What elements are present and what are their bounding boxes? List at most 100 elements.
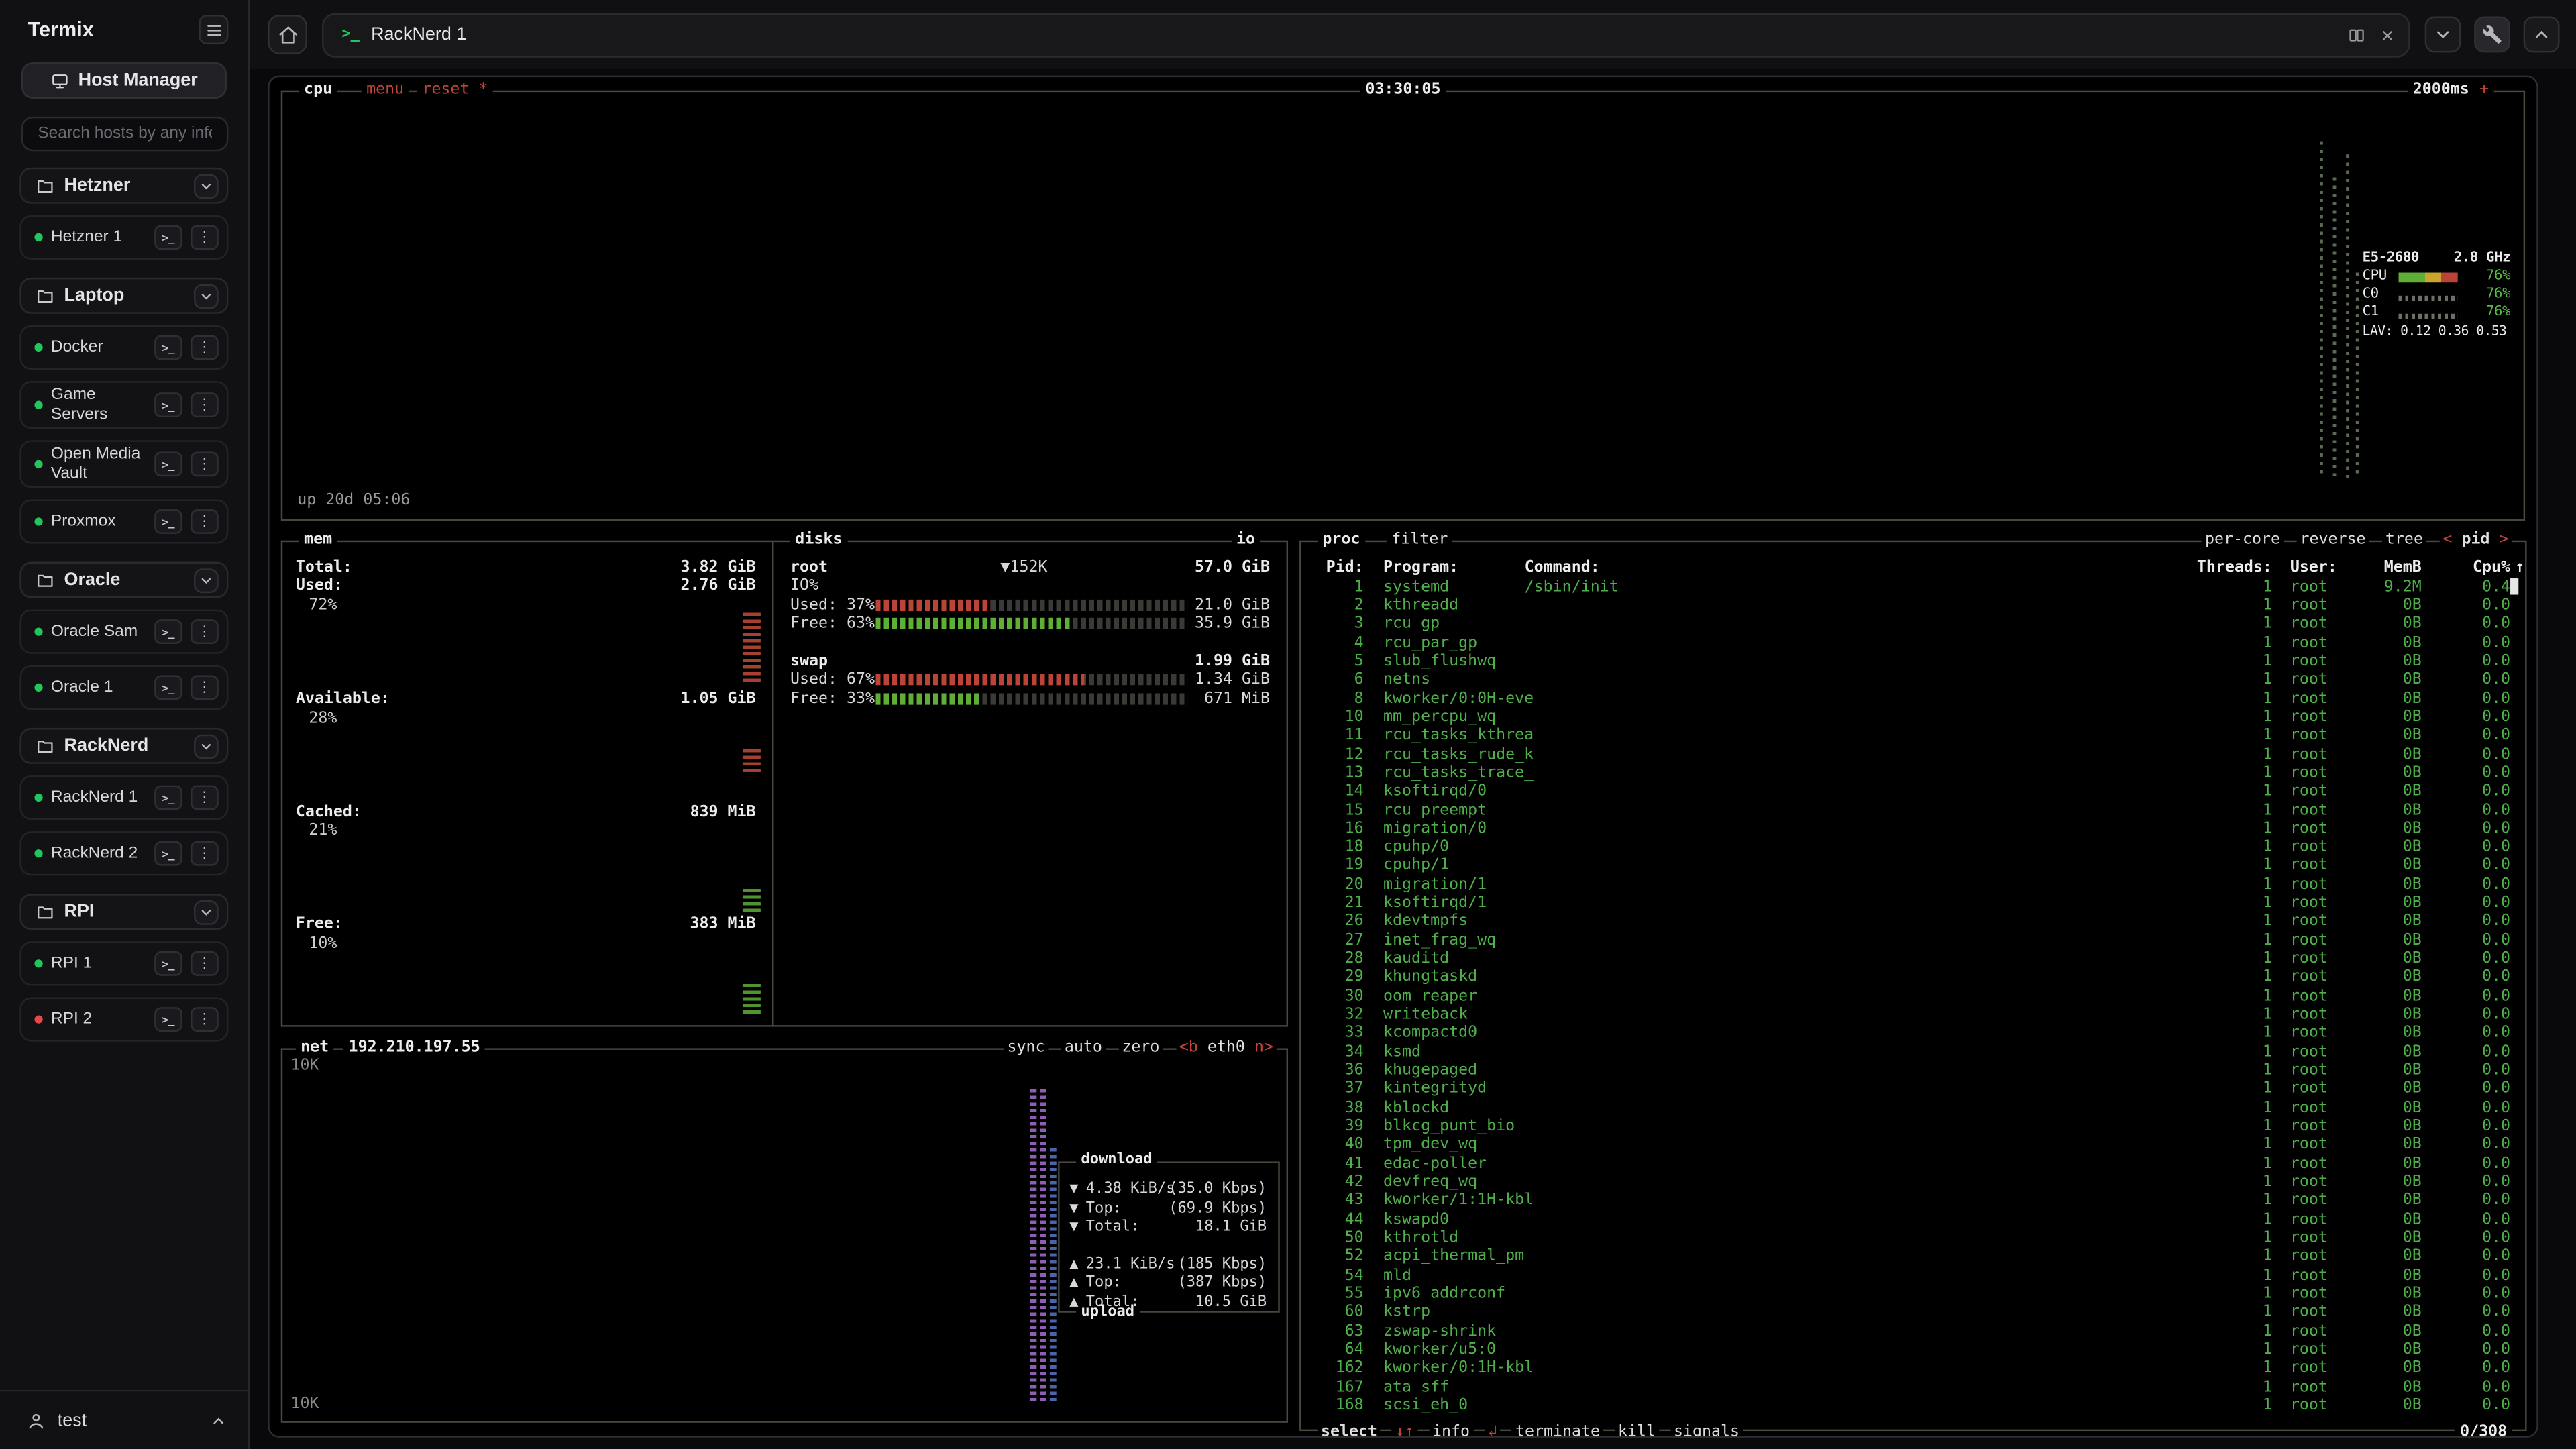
host-terminal-button[interactable]: >_ (154, 451, 182, 476)
process-row[interactable]: 39blkcg_punt_bio1root0B0.0 (1311, 1118, 2515, 1136)
net-toggle-zero[interactable]: zero (1118, 1038, 1163, 1057)
process-row[interactable]: 55ipv6_addrconf1root0B0.0 (1311, 1285, 2515, 1303)
process-row[interactable]: 11rcu_tasks_kthrea1root0B0.0 (1311, 727, 2515, 745)
chevron-down-icon[interactable] (194, 283, 219, 308)
network-panel[interactable]: net 192.210.197.55 syncautozero<b eth0 n… (281, 1048, 1288, 1422)
close-icon[interactable]: × (2381, 24, 2394, 46)
proc-tab-per-core[interactable]: per-core (2202, 531, 2284, 549)
panel-expand-button[interactable] (2524, 16, 2560, 52)
net-toggle-auto[interactable]: auto (1061, 1038, 1106, 1057)
process-row[interactable]: 162kworker/0:1H-kbl1root0B0.0 (1311, 1359, 2515, 1377)
terminal[interactable]: cpu menu reset * 03:30:05 2000ms + E5-26… (268, 76, 2538, 1438)
host-kebab-button[interactable]: ⋮ (191, 786, 219, 810)
process-row[interactable]: 5slub_flushwq1root0B0.0 (1311, 652, 2515, 670)
process-row[interactable]: 1systemd/sbin/init1root9.2M0.4 (1311, 578, 2515, 596)
process-row[interactable]: 10mm_percpu_wq1root0B0.0 (1311, 708, 2515, 726)
process-row[interactable]: 36khugepaged1root0B0.0 (1311, 1061, 2515, 1079)
home-button[interactable] (268, 15, 307, 54)
process-row[interactable]: 16migration/01root0B0.0 (1311, 820, 2515, 838)
host-kebab-button[interactable]: ⋮ (191, 1007, 219, 1032)
process-row[interactable]: 6netns1root0B0.0 (1311, 671, 2515, 689)
tab-racknerd-1[interactable]: >_ RackNerd 1 × (322, 12, 2410, 56)
process-row[interactable]: 54mld1root0B0.0 (1311, 1266, 2515, 1284)
process-row[interactable]: 38kblockd1root0B0.0 (1311, 1099, 2515, 1117)
host-item-oracle-sam[interactable]: Oracle Sam>_⋮ (19, 610, 228, 654)
process-row[interactable]: 167ata_sff1root0B0.0 (1311, 1378, 2515, 1396)
disks-panel[interactable]: disks io root ▼152K 57.0 GiB IO% Used: 3… (772, 541, 1288, 1027)
host-kebab-button[interactable]: ⋮ (191, 841, 219, 866)
process-row[interactable]: 27inet_frag_wq1root0B0.0 (1311, 931, 2515, 949)
host-item-racknerd-1[interactable]: RackNerd 1>_⋮ (19, 775, 228, 820)
host-kebab-button[interactable]: ⋮ (191, 509, 219, 534)
host-terminal-button[interactable]: >_ (154, 1007, 182, 1032)
process-row[interactable]: 60kstrp1root0B0.0 (1311, 1303, 2515, 1322)
chevron-down-icon[interactable] (194, 900, 219, 924)
process-row[interactable]: 168scsi_eh_01root0B0.0 (1311, 1397, 2515, 1415)
process-header[interactable]: Pid: Program: Command: Threads: User: Me… (1311, 559, 2515, 577)
process-row[interactable]: 15rcu_preempt1root0B0.0 (1311, 801, 2515, 819)
host-kebab-button[interactable]: ⋮ (191, 676, 219, 700)
proc-filter-label[interactable]: filter (1387, 531, 1453, 549)
process-row[interactable]: 43kworker/1:1H-kbl1root0B0.0 (1311, 1191, 2515, 1210)
chevron-down-icon[interactable] (194, 568, 219, 592)
folder-header-oracle[interactable]: Oracle (19, 562, 228, 598)
host-terminal-button[interactable]: >_ (154, 841, 182, 866)
net-interface-selector[interactable]: <b eth0 n> (1176, 1038, 1277, 1057)
hamburger-menu-icon[interactable] (199, 15, 228, 44)
process-row[interactable]: 44kswapd01root0B0.0 (1311, 1210, 2515, 1228)
process-row[interactable]: 34ksmd1root0B0.0 (1311, 1043, 2515, 1061)
host-item-oracle-1[interactable]: Oracle 1>_⋮ (19, 665, 228, 710)
host-item-game-servers[interactable]: Game Servers>_⋮ (19, 381, 228, 429)
folder-header-rpi[interactable]: RPI (19, 894, 228, 930)
host-item-rpi-1[interactable]: RPI 1>_⋮ (19, 941, 228, 985)
cpu-menu-label[interactable]: menu (362, 80, 409, 99)
host-item-racknerd-2[interactable]: RackNerd 2>_⋮ (19, 831, 228, 875)
host-terminal-button[interactable]: >_ (154, 392, 182, 417)
process-row[interactable]: 29khungtaskd1root0B0.0 (1311, 968, 2515, 986)
cpu-panel[interactable]: cpu menu reset * 03:30:05 2000ms + E5-26… (281, 91, 2525, 521)
admin-tools-button[interactable] (2474, 16, 2510, 52)
panel-collapse-button[interactable] (2425, 16, 2461, 52)
process-row[interactable]: 19cpuhp/11root0B0.0 (1311, 857, 2515, 875)
process-panel[interactable]: proc filter per-corereversetree< pid > P… (1299, 541, 2526, 1431)
process-row[interactable]: 52acpi_thermal_pm1root0B0.0 (1311, 1248, 2515, 1266)
process-row[interactable]: 12rcu_tasks_rude_k1root0B0.0 (1311, 745, 2515, 763)
host-kebab-button[interactable]: ⋮ (191, 335, 219, 360)
host-kebab-button[interactable]: ⋮ (191, 951, 219, 976)
host-terminal-button[interactable]: >_ (154, 786, 182, 810)
host-kebab-button[interactable]: ⋮ (191, 451, 219, 476)
cpu-reset-label[interactable]: reset * (417, 80, 493, 99)
host-item-proxmox[interactable]: Proxmox>_⋮ (19, 499, 228, 543)
proc-sort-selector[interactable]: < pid > (2439, 531, 2512, 549)
host-item-hetzner-1[interactable]: Hetzner 1>_⋮ (19, 215, 228, 260)
host-kebab-button[interactable]: ⋮ (191, 392, 219, 417)
net-toggle-sync[interactable]: sync (1004, 1038, 1049, 1057)
host-terminal-button[interactable]: >_ (154, 619, 182, 644)
host-item-open-media-vault[interactable]: Open Media Vault>_⋮ (19, 440, 228, 488)
process-row[interactable]: 21ksoftirqd/11root0B0.0 (1311, 894, 2515, 912)
chevron-down-icon[interactable] (194, 173, 219, 198)
process-row[interactable]: 4rcu_par_gp1root0B0.0 (1311, 633, 2515, 651)
process-row[interactable]: 41edac-poller1root0B0.0 (1311, 1155, 2515, 1173)
host-terminal-button[interactable]: >_ (154, 225, 182, 250)
rate-plus-label[interactable]: + (2475, 80, 2494, 99)
process-row[interactable]: 32writeback1root0B0.0 (1311, 1006, 2515, 1024)
process-row[interactable]: 13rcu_tasks_trace_1root0B0.0 (1311, 763, 2515, 782)
host-terminal-button[interactable]: >_ (154, 951, 182, 976)
search-input[interactable] (21, 117, 229, 151)
chevron-down-icon[interactable] (194, 733, 219, 758)
process-row[interactable]: 33kcompactd01root0B0.0 (1311, 1024, 2515, 1042)
process-row[interactable]: 42devfreq_wq1root0B0.0 (1311, 1173, 2515, 1191)
memory-panel[interactable]: mem Total:3.82 GiBUsed:2.76 GiB72%Availa… (281, 541, 774, 1027)
folder-header-hetzner[interactable]: Hetzner (19, 168, 228, 204)
split-view-icon[interactable] (2349, 25, 2367, 44)
proc-tab-reverse[interactable]: reverse (2297, 531, 2369, 549)
process-row[interactable]: 50kthrotld1root0B0.0 (1311, 1229, 2515, 1247)
host-kebab-button[interactable]: ⋮ (191, 225, 219, 250)
folder-header-laptop[interactable]: Laptop (19, 278, 228, 314)
host-kebab-button[interactable]: ⋮ (191, 619, 219, 644)
process-row[interactable]: 2kthreadd1root0B0.0 (1311, 596, 2515, 614)
process-row[interactable]: 18cpuhp/01root0B0.0 (1311, 838, 2515, 856)
chevron-up-icon[interactable] (210, 1412, 226, 1428)
host-item-rpi-2[interactable]: RPI 2>_⋮ (19, 998, 228, 1042)
